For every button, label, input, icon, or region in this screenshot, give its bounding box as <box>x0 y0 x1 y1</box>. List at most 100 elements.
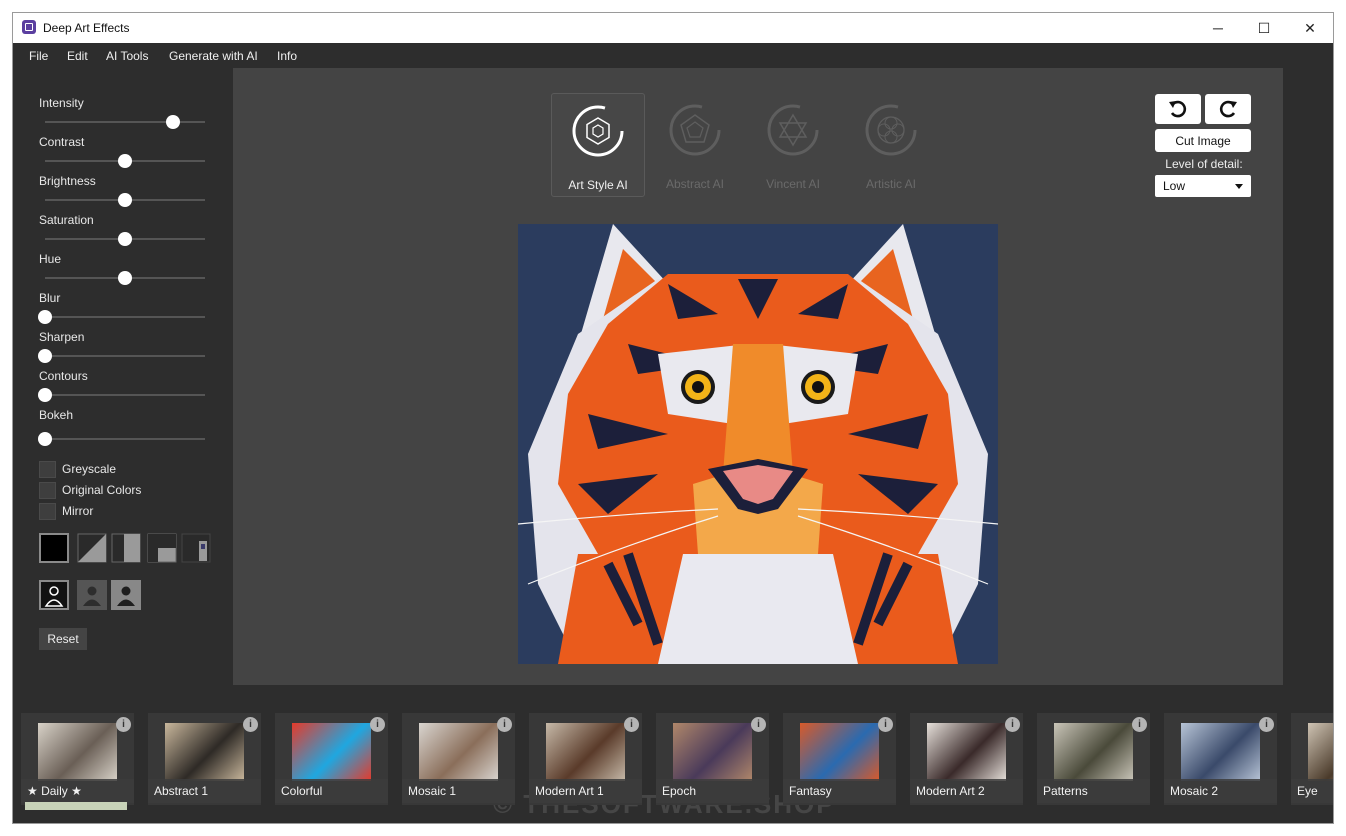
level-of-detail-label: Level of detail: <box>1165 157 1243 171</box>
chevron-down-icon <box>1235 184 1243 189</box>
filter-label: Epoch <box>656 779 769 803</box>
undo-icon <box>1169 100 1187 118</box>
close-button[interactable]: ✕ <box>1287 13 1333 43</box>
menu-file[interactable]: File <box>29 49 48 63</box>
filter-card[interactable]: i Colorful <box>275 713 388 805</box>
info-icon[interactable]: i <box>243 717 258 732</box>
contours-slider[interactable] <box>38 388 205 402</box>
style-art-style-ai[interactable]: Art Style AI <box>551 93 645 197</box>
info-icon[interactable]: i <box>1259 717 1274 732</box>
level-of-detail-select[interactable]: Low <box>1155 175 1251 197</box>
style-vincent-ai[interactable]: Vincent AI <box>747 93 839 195</box>
slider-thumb[interactable] <box>118 154 132 168</box>
undo-button[interactable] <box>1155 94 1201 124</box>
filter-card[interactable]: i Epoch <box>656 713 769 805</box>
info-icon[interactable]: i <box>370 717 385 732</box>
window-title: Deep Art Effects <box>43 21 130 35</box>
diagonal-split-icon[interactable] <box>77 533 107 563</box>
contours-label: Contours <box>39 369 88 383</box>
saturation-slider[interactable] <box>45 232 205 246</box>
info-icon[interactable]: i <box>878 717 893 732</box>
slider-thumb[interactable] <box>118 232 132 246</box>
gallery-scrollbar[interactable] <box>25 802 127 810</box>
filter-label: Fantasy <box>783 779 896 803</box>
blur-slider[interactable] <box>38 310 205 324</box>
filter-label: Modern Art 2 <box>910 779 1023 803</box>
original-colors-option[interactable]: Original Colors <box>39 481 141 499</box>
bokeh-slider[interactable] <box>38 432 205 446</box>
filter-card[interactable]: i Abstract 1 <box>148 713 261 805</box>
style-artistic-ai[interactable]: Artistic AI <box>845 93 937 195</box>
person-background-icon[interactable] <box>111 580 141 610</box>
slider-thumb[interactable] <box>118 271 132 285</box>
filter-thumbnail <box>419 723 498 781</box>
filter-card[interactable]: i Modern Art 1 <box>529 713 642 805</box>
person-outline-icon[interactable] <box>39 580 69 610</box>
menu-ai-tools[interactable]: AI Tools <box>106 49 148 63</box>
hue-slider[interactable] <box>45 271 205 285</box>
style-label: Artistic AI <box>865 177 916 191</box>
maximize-button[interactable]: ☐ <box>1241 13 1287 43</box>
greyscale-checkbox[interactable] <box>39 460 56 478</box>
mirror-option[interactable]: Mirror <box>39 502 94 520</box>
redo-button[interactable] <box>1205 94 1251 124</box>
original-colors-checkbox[interactable] <box>39 481 56 499</box>
sharpen-slider[interactable] <box>38 349 205 363</box>
filter-label: Eye <box>1291 779 1333 803</box>
slider-thumb[interactable] <box>118 193 132 207</box>
full-mode-icon[interactable] <box>39 533 69 563</box>
app-logo-icon <box>22 20 36 34</box>
filter-card[interactable]: i Modern Art 2 <box>910 713 1023 805</box>
blur-label: Blur <box>39 291 61 305</box>
style-label: Art Style AI <box>568 178 628 192</box>
person-filled-icon[interactable] <box>77 580 107 610</box>
slider-thumb[interactable] <box>38 349 52 363</box>
filter-label: Abstract 1 <box>148 779 261 803</box>
brightness-slider[interactable] <box>45 193 205 207</box>
mirror-label: Mirror <box>62 504 94 518</box>
info-icon[interactable]: i <box>497 717 512 732</box>
filter-card[interactable]: i Mosaic 1 <box>402 713 515 805</box>
filter-thumbnail <box>38 723 117 781</box>
contrast-slider[interactable] <box>45 154 205 168</box>
reset-button[interactable]: Reset <box>39 628 87 650</box>
filter-label: Modern Art 1 <box>529 779 642 803</box>
slider-thumb[interactable] <box>166 115 180 129</box>
small-split-icon[interactable] <box>181 533 211 563</box>
filter-card[interactable]: i Patterns <box>1037 713 1150 805</box>
saturation-label: Saturation <box>39 213 94 227</box>
info-icon[interactable]: i <box>116 717 131 732</box>
style-label: Vincent AI <box>766 177 820 191</box>
info-icon[interactable]: i <box>1132 717 1147 732</box>
contrast-label: Contrast <box>39 135 85 149</box>
info-icon[interactable]: i <box>1005 717 1020 732</box>
minimize-button[interactable]: ─ <box>1195 13 1241 43</box>
filter-label: Colorful <box>275 779 388 803</box>
filter-card[interactable]: i ★ Daily ★ <box>21 713 134 805</box>
style-abstract-ai[interactable]: Abstract AI <box>649 93 741 195</box>
vertical-split-icon[interactable] <box>111 533 141 563</box>
slider-thumb[interactable] <box>38 310 52 324</box>
filter-thumbnail <box>546 723 625 781</box>
info-icon[interactable]: i <box>624 717 639 732</box>
greyscale-option[interactable]: Greyscale <box>39 460 116 478</box>
menu-generate-with-ai[interactable]: Generate with AI <box>169 49 258 63</box>
filter-card[interactable]: i Mosaic 2 <box>1164 713 1277 805</box>
slider-thumb[interactable] <box>38 388 52 402</box>
corner-split-icon[interactable] <box>147 533 177 563</box>
main-image <box>518 224 998 664</box>
tiger-artwork <box>518 224 998 664</box>
star-of-david-icon <box>767 104 819 156</box>
slider-thumb[interactable] <box>38 432 52 446</box>
menu-info[interactable]: Info <box>277 49 297 63</box>
mirror-checkbox[interactable] <box>39 502 56 520</box>
flower-icon <box>865 104 917 156</box>
menu-edit[interactable]: Edit <box>67 49 88 63</box>
filter-card[interactable]: Eye <box>1291 713 1333 805</box>
filter-card[interactable]: i Fantasy <box>783 713 896 805</box>
intensity-slider[interactable] <box>45 115 205 129</box>
filter-thumbnail <box>165 723 244 781</box>
filter-label: Mosaic 2 <box>1164 779 1277 803</box>
cut-image-button[interactable]: Cut Image <box>1155 129 1251 152</box>
info-icon[interactable]: i <box>751 717 766 732</box>
